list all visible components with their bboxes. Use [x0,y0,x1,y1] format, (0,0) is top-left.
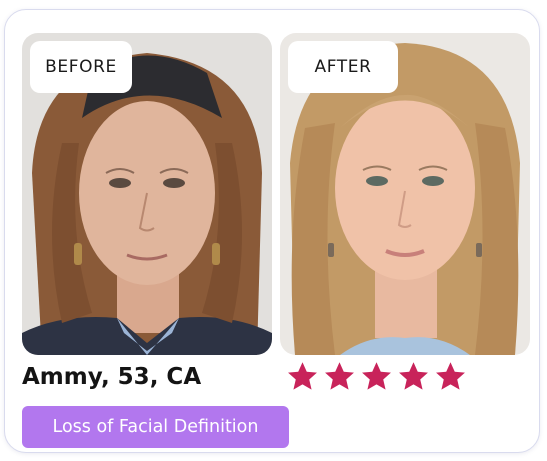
rating-stars [286,360,467,393]
customer-name: Ammy, 53, CA [22,364,202,390]
after-label: AFTER [288,41,398,93]
star-icon [434,360,467,393]
concern-tag: Loss of Facial Definition [22,406,289,448]
star-icon [286,360,319,393]
star-icon [397,360,430,393]
testimonial-card: BEFORE AFTER Ammy, 53, CA Loss of Facial… [4,9,540,453]
after-photo: AFTER [280,33,530,355]
before-label: BEFORE [30,41,132,93]
before-photo: BEFORE [22,33,272,355]
star-icon [360,360,393,393]
star-icon [323,360,356,393]
